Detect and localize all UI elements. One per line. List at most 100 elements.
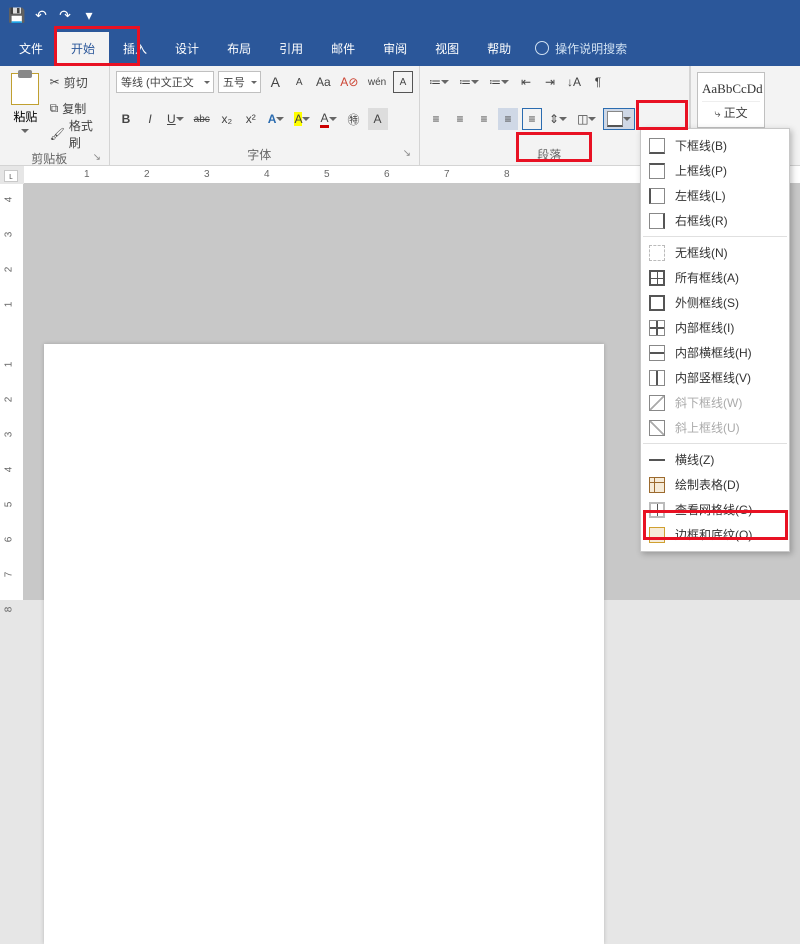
border-inside-v-icon (649, 370, 665, 386)
item-label: 绘制表格(D) (675, 476, 740, 493)
highlight-button[interactable]: A (291, 108, 313, 130)
align-left-button[interactable]: ≡ (426, 108, 446, 130)
item-label: 无框线(N) (675, 244, 728, 261)
border-all-item[interactable]: 所有框线(A) (641, 265, 789, 290)
borders-shading-dialog-item[interactable]: 边框和底纹(O)... (641, 522, 789, 547)
style-name: ⤷ 正文 (702, 101, 760, 121)
font-name-select[interactable]: 等线 (中文正文 (116, 71, 214, 93)
increase-indent-button[interactable]: ⇥ (540, 71, 560, 93)
char-shading-button[interactable]: A (368, 108, 388, 130)
decrease-indent-button[interactable]: ⇤ (516, 71, 536, 93)
item-label: 横线(Z) (675, 451, 714, 468)
qat-more-button[interactable]: ▾ (77, 3, 101, 27)
ruler-tick: 3 (3, 432, 14, 438)
menu-separator (643, 443, 787, 444)
copy-button[interactable]: ⧉ 复制 (47, 97, 90, 119)
group-label-font: 字体 (116, 143, 403, 163)
tab-layout[interactable]: 布局 (213, 32, 265, 65)
tell-me-search[interactable]: 操作说明搜索 (535, 40, 627, 57)
diag-up-icon (649, 420, 665, 436)
underline-button[interactable]: U (164, 108, 187, 130)
bullets-button[interactable]: ≔ (426, 71, 452, 93)
ruler-tick: 2 (3, 267, 14, 273)
border-left-icon (649, 188, 665, 204)
tab-insert[interactable]: 插入 (109, 32, 161, 65)
tab-file[interactable]: 文件 (5, 32, 57, 65)
shading-button[interactable]: ◫ (574, 108, 599, 130)
cut-button[interactable]: ✂ 剪切 (47, 71, 91, 93)
page[interactable] (44, 344, 604, 944)
grow-font-button[interactable]: A (265, 71, 285, 93)
draw-table-item[interactable]: 绘制表格(D) (641, 472, 789, 497)
clipboard-launcher[interactable]: ↘ (93, 152, 103, 163)
undo-button[interactable]: ↶ (29, 3, 53, 27)
tab-view[interactable]: 视图 (421, 32, 473, 65)
bold-button[interactable]: B (116, 108, 136, 130)
ruler-tick: 4 (3, 467, 14, 473)
border-right-icon (649, 213, 665, 229)
tab-references[interactable]: 引用 (265, 32, 317, 65)
save-button[interactable]: 💾 (5, 3, 29, 27)
ribbon-tabs: 文件 开始 插入 设计 布局 引用 邮件 审阅 视图 帮助 操作说明搜索 (0, 30, 800, 66)
ruler-tick: 1 (84, 169, 90, 180)
border-diag-down-item[interactable]: 斜下框线(W) (641, 390, 789, 415)
border-bottom-item[interactable]: 下框线(B) (641, 133, 789, 158)
multilevel-button[interactable]: ≔ (486, 71, 512, 93)
line-spacing-button[interactable]: ⇕ (546, 108, 570, 130)
border-inside-h-item[interactable]: 内部横框线(H) (641, 340, 789, 365)
border-inside-item[interactable]: 内部框线(I) (641, 315, 789, 340)
superscript-button[interactable]: x² (241, 108, 261, 130)
view-gridlines-item[interactable]: 查看网格线(G) (641, 497, 789, 522)
tab-review[interactable]: 审阅 (369, 32, 421, 65)
item-label: 所有框线(A) (675, 269, 739, 286)
border-diag-up-item[interactable]: 斜上框线(U) (641, 415, 789, 440)
paste-button[interactable]: 粘贴 (6, 69, 45, 147)
vertical-ruler[interactable]: 4 3 2 1 1 2 3 4 5 6 7 8 (0, 184, 24, 600)
strikethrough-button[interactable]: abc (191, 108, 213, 130)
align-right-button[interactable]: ≡ (474, 108, 494, 130)
numbering-button[interactable]: ≔ (456, 71, 482, 93)
format-painter-button[interactable]: 🖌 格式刷 (47, 123, 103, 145)
align-center-button[interactable]: ≡ (450, 108, 470, 130)
item-label: 内部框线(I) (675, 319, 734, 336)
font-color-button[interactable]: A (317, 108, 339, 130)
border-right-item[interactable]: 右框线(R) (641, 208, 789, 233)
ruler-corner[interactable]: ʟ (4, 170, 18, 182)
border-outside-icon (649, 295, 665, 311)
distribute-button[interactable]: ≡ (522, 108, 542, 130)
border-outside-item[interactable]: 外侧框线(S) (641, 290, 789, 315)
redo-button[interactable]: ↷ (53, 3, 77, 27)
paste-icon (11, 73, 39, 105)
tab-help[interactable]: 帮助 (473, 32, 525, 65)
ruler-tick: 5 (3, 502, 14, 508)
font-launcher[interactable]: ↘ (403, 148, 413, 159)
caret-icon (21, 129, 29, 137)
sort-button[interactable]: ↓A (564, 71, 584, 93)
italic-button[interactable]: I (140, 108, 160, 130)
border-none-item[interactable]: 无框线(N) (641, 240, 789, 265)
show-marks-button[interactable]: ¶ (588, 71, 608, 93)
subscript-button[interactable]: x₂ (217, 108, 237, 130)
change-case-button[interactable]: Aa (313, 71, 333, 93)
item-label: 内部竖框线(V) (675, 369, 751, 386)
borders-dropdown: 下框线(B) 上框线(P) 左框线(L) 右框线(R) 无框线(N) 所有框线(… (640, 128, 790, 552)
style-normal[interactable]: AaBbCcDd ⤷ 正文 (697, 72, 765, 128)
text-effects-button[interactable]: A (265, 108, 288, 130)
phonetic-guide-button[interactable]: wén (365, 71, 389, 93)
border-inside-v-item[interactable]: 内部竖框线(V) (641, 365, 789, 390)
font-size-select[interactable]: 五号 (218, 71, 261, 93)
justify-button[interactable]: ≡ (498, 108, 518, 130)
char-border-button[interactable]: A (393, 71, 413, 93)
border-top-item[interactable]: 上框线(P) (641, 158, 789, 183)
tab-design[interactable]: 设计 (161, 32, 213, 65)
horizontal-line-item[interactable]: 横线(Z) (641, 447, 789, 472)
shrink-font-button[interactable]: A (289, 71, 309, 93)
tab-mailings[interactable]: 邮件 (317, 32, 369, 65)
clear-formatting-button[interactable]: A⊘ (338, 71, 362, 93)
item-label: 右框线(R) (675, 212, 728, 229)
borders-split-button[interactable] (603, 108, 635, 130)
border-left-item[interactable]: 左框线(L) (641, 183, 789, 208)
tab-home[interactable]: 开始 (57, 32, 109, 65)
enclose-char-button[interactable]: ㊕ (344, 108, 364, 130)
item-label: 外侧框线(S) (675, 294, 739, 311)
